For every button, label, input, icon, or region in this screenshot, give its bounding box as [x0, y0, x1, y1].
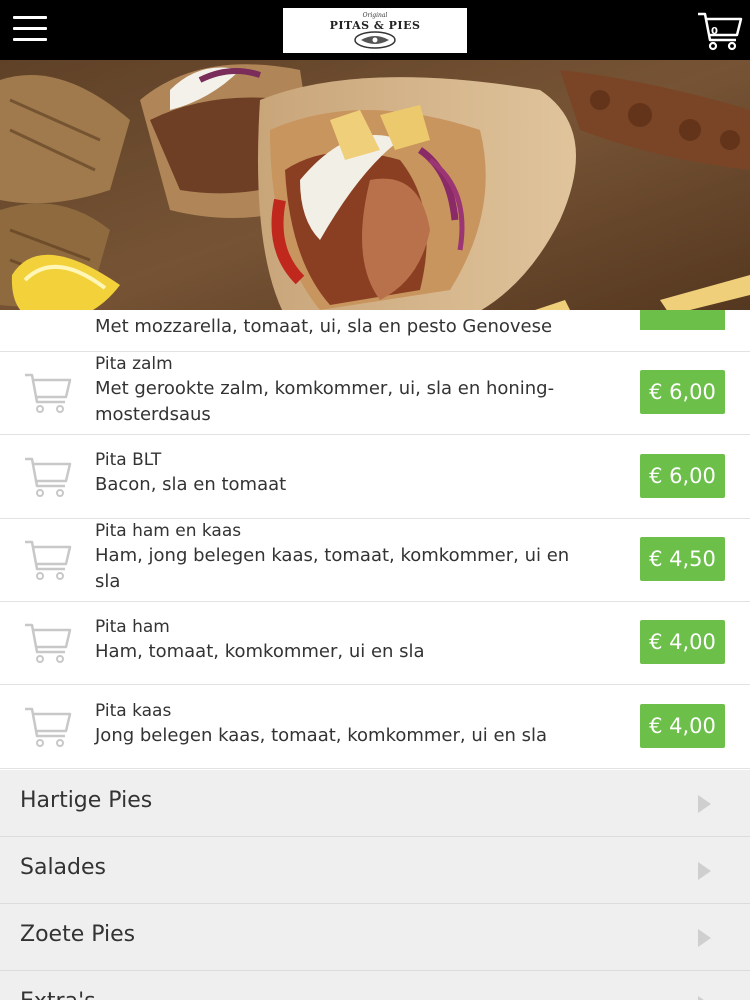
list-item: Pita ham Ham, tomaat, komkommer, ui en s…	[0, 602, 750, 685]
price-button[interactable]: € 4,00	[640, 704, 725, 748]
category-label: Zoete Pies	[20, 922, 136, 947]
add-to-cart-icon[interactable]	[23, 705, 73, 749]
item-name: Pita BLT	[95, 450, 162, 470]
hero-food-image	[0, 60, 750, 325]
item-description: Ham, tomaat, komkommer, ui en sla	[95, 641, 425, 662]
chevron-right-icon	[698, 795, 711, 813]
category-hartige-pies[interactable]: Hartige Pies	[0, 770, 750, 837]
gyros-pita-illustration	[0, 60, 750, 325]
item-name: Pita ham en kaas	[95, 521, 242, 541]
item-description: Jong belegen kaas, tomaat, komkommer, ui…	[95, 725, 548, 746]
add-to-cart-icon[interactable]	[23, 371, 73, 415]
shopping-cart-button[interactable]: 0	[696, 10, 744, 52]
item-name: Pita ham	[95, 617, 170, 637]
item-description: Met mozzarella, tomaat, ui, sla en pesto…	[95, 316, 553, 337]
price-button[interactable]: € 6,00	[640, 370, 725, 414]
chevron-right-icon	[698, 862, 711, 880]
category-extras[interactable]: Extra's	[0, 971, 750, 1000]
price-button-partial[interactable]	[640, 310, 725, 330]
add-to-cart-icon[interactable]	[23, 455, 73, 499]
logo-emblem-icon	[354, 30, 396, 49]
app-header: Original PITAS & PIES 0	[0, 0, 750, 60]
category-zoete-pies[interactable]: Zoete Pies	[0, 904, 750, 971]
category-label: Extra's	[20, 989, 96, 1000]
category-label: Hartige Pies	[20, 788, 153, 813]
category-label: Salades	[20, 855, 107, 880]
add-to-cart-icon[interactable]	[23, 621, 73, 665]
price-button[interactable]: € 4,00	[640, 620, 725, 664]
price-button[interactable]: € 6,00	[640, 454, 725, 498]
brand-logo[interactable]: Original PITAS & PIES	[283, 8, 467, 53]
item-description: Bacon, sla en tomaat	[95, 474, 287, 495]
item-name: Pita zalm	[95, 354, 173, 374]
list-item: Pita ham en kaas Ham, jong belegen kaas,…	[0, 519, 750, 602]
cart-count-badge: 0	[711, 26, 718, 37]
item-name: Pita kaas	[95, 701, 172, 721]
list-item: Pita kaas Jong belegen kaas, tomaat, kom…	[0, 686, 750, 769]
category-salades[interactable]: Salades	[0, 837, 750, 904]
chevron-right-icon	[698, 996, 704, 1000]
item-description: Met gerookte zalm, komkommer, ui, sla en…	[95, 378, 555, 425]
logo-script-text: Original	[362, 11, 388, 19]
item-description: Ham, jong belegen kaas, tomaat, komkomme…	[95, 545, 570, 592]
logo-title: PITAS & PIES	[329, 18, 421, 32]
chevron-right-icon	[698, 929, 711, 947]
list-item: Pita zalm Met gerookte zalm, komkommer, …	[0, 352, 750, 435]
list-item: Pita BLT Bacon, sla en tomaat € 6,00	[0, 436, 750, 519]
list-item-partial: Met mozzarella, tomaat, ui, sla en pesto…	[0, 310, 750, 352]
price-button[interactable]: € 4,50	[640, 537, 725, 581]
add-to-cart-icon[interactable]	[23, 538, 73, 582]
hamburger-menu-icon[interactable]	[13, 16, 49, 44]
